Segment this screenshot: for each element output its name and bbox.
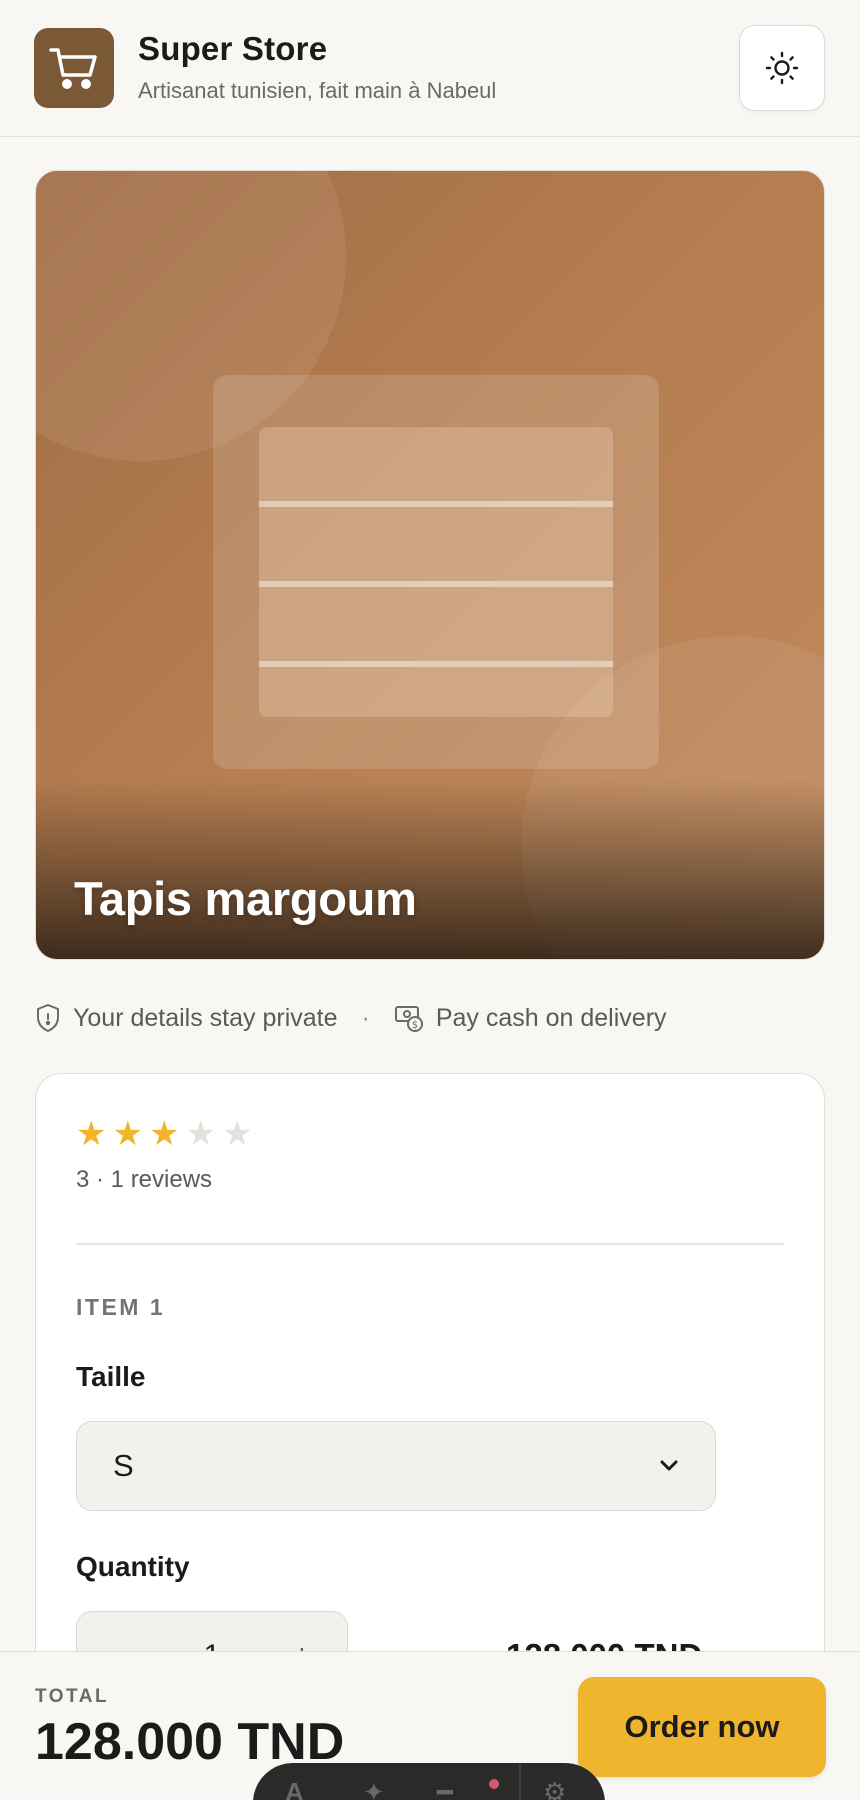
privacy-text: Your details stay private — [73, 1003, 338, 1032]
quantity-label: Quantity — [76, 1551, 190, 1582]
star-filled-icon: ★ — [112, 1115, 143, 1153]
size-label: Taille — [76, 1361, 146, 1392]
payment-text: Pay cash on delivery — [435, 1003, 667, 1032]
floating-dock: A ✦ ━ ⚙ — [253, 1763, 605, 1800]
trust-row: Your details stay private · $ Pay cash o… — [35, 998, 667, 1038]
product-title: Tapis margoum — [74, 872, 417, 925]
slider-icon[interactable]: ━ — [437, 1777, 453, 1800]
size-value: S — [113, 1448, 134, 1483]
shield-icon — [37, 1004, 59, 1032]
reviews-summary[interactable]: 3 · 1 reviews — [76, 1166, 212, 1194]
rug-stripe — [259, 661, 613, 667]
divider — [76, 1243, 784, 1245]
rating-stars: ★ ★ ★ ★ ★ — [76, 1114, 252, 1154]
size-select[interactable]: S — [76, 1421, 716, 1511]
theme-toggle-button[interactable] — [739, 25, 825, 111]
star-filled-icon: ★ — [148, 1115, 180, 1153]
item-label: ITEM 1 — [76, 1294, 166, 1320]
rug-stripe — [259, 581, 613, 587]
sun-icon — [765, 51, 799, 85]
star-filled-icon: ★ — [76, 1115, 107, 1153]
text-icon[interactable]: A — [285, 1777, 304, 1800]
cash-icon: $ — [394, 1006, 423, 1032]
store-logo[interactable] — [34, 28, 114, 108]
cart-icon — [49, 48, 97, 89]
rug-stripe — [259, 501, 613, 507]
gear-icon[interactable]: ⚙ — [543, 1777, 566, 1800]
party-icon[interactable]: ✦ — [363, 1777, 385, 1800]
star-empty-icon: ★ — [185, 1115, 216, 1153]
chevron-down-icon — [660, 1460, 678, 1471]
image-shade — [36, 779, 824, 959]
total-label: TOTAL — [35, 1686, 110, 1707]
rug-illustration — [259, 427, 613, 717]
trust-separator: · — [361, 1003, 370, 1032]
order-now-button[interactable]: Order now — [578, 1677, 826, 1777]
store-name: Super Store — [138, 30, 328, 67]
store-tagline: Artisanat tunisien, fait main à Nabeul — [138, 78, 497, 103]
product-image: Tapis margoum — [35, 170, 825, 960]
app-header: Super Store Artisanat tunisien, fait mai… — [0, 0, 860, 137]
dock-separator — [519, 1763, 521, 1800]
svg-text:$: $ — [412, 1020, 418, 1031]
star-empty-icon: ★ — [221, 1115, 253, 1153]
notification-dot — [489, 1779, 499, 1789]
